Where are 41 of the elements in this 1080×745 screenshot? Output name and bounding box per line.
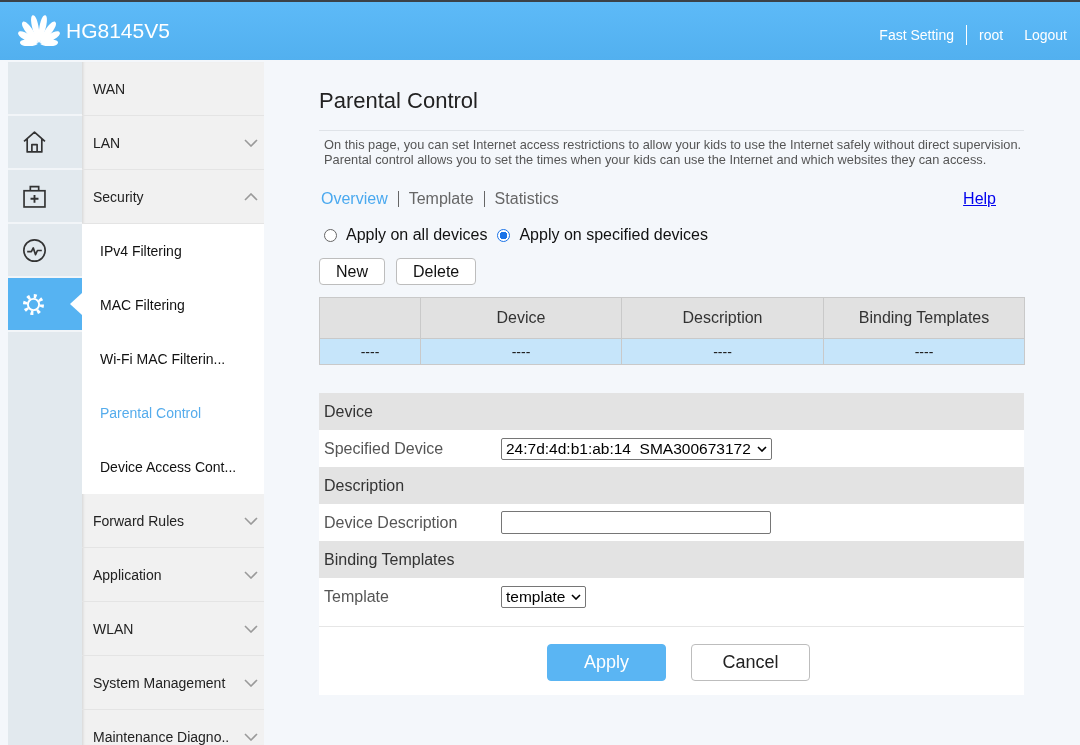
field-label: Specified Device: [323, 439, 445, 458]
submenu-item[interactable]: Wi-Fi MAC Filterin...: [82, 332, 264, 386]
page-description: On this page, you can set Internet access restrictions to allow your kids to use the Internet safely without direct supervision. Parental control allows you to set the times when your kids can use the Internet and which websites they can access.: [324, 137, 1023, 167]
section-header: Binding Templates: [319, 541, 1024, 578]
page-title: Parental Control: [319, 88, 479, 114]
new-button[interactable]: New: [319, 258, 385, 285]
section-header: Description: [319, 467, 1024, 504]
field-label: Device Description: [323, 513, 459, 532]
column-header: Device: [420, 297, 622, 339]
radio-option[interactable]: Apply on all devices: [324, 225, 488, 245]
device-model-title: HG8145V5: [66, 19, 170, 43]
dropdown-select[interactable]: template: [501, 585, 587, 608]
field-label: Template: [323, 587, 390, 606]
help-link[interactable]: Help: [963, 190, 996, 208]
tab[interactable]: Statistics: [494, 189, 559, 209]
radio-option[interactable]: Apply on specified devices: [497, 225, 708, 245]
column-header: Binding Templates: [823, 297, 1025, 339]
radio-icon[interactable]: [324, 228, 337, 242]
submenu-item[interactable]: MAC Filtering: [82, 278, 264, 332]
submenu-item[interactable]: Device Access Cont...: [82, 440, 264, 494]
cancel-button[interactable]: Cancel: [691, 644, 810, 681]
column-header: Description: [621, 297, 824, 339]
chevron-down-icon: [571, 593, 582, 600]
pulse-icon: [23, 238, 46, 262]
section-header: Device: [319, 393, 1024, 430]
pointer-triangle-icon: [70, 293, 82, 315]
delete-button[interactable]: Delete: [396, 258, 477, 285]
table-cell: ----: [823, 338, 1025, 365]
text-input[interactable]: [501, 511, 771, 534]
petal-logo-icon: [18, 14, 60, 46]
settings-icon: [23, 293, 44, 315]
chevron-down-icon: [756, 445, 767, 452]
submenu-item[interactable]: IPv4 Filtering: [82, 224, 264, 278]
dropdown-select[interactable]: 24:7d:4d:b1:ab:14 SMA300673172: [501, 437, 772, 460]
table-cell: ----: [621, 338, 824, 365]
home-icon: [23, 131, 46, 153]
table-cell: ----: [319, 338, 421, 365]
tab[interactable]: Template: [408, 189, 474, 209]
radio-icon[interactable]: [497, 228, 511, 242]
table-cell: ----: [420, 338, 622, 365]
medical-kit-icon: [23, 184, 46, 208]
